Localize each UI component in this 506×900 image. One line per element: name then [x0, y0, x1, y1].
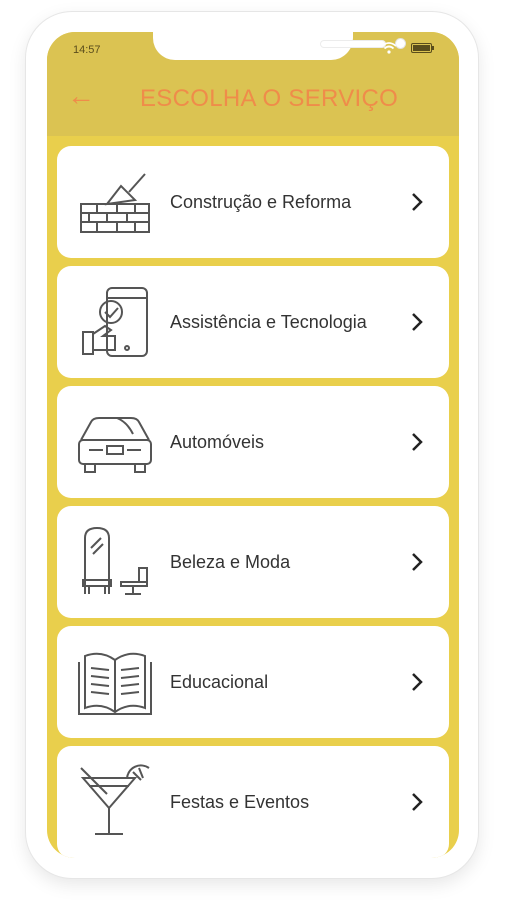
header-bar: 14:57 ← ESCOLHA O SERVIÇO: [47, 32, 459, 136]
chevron-right-icon: [412, 313, 423, 331]
chevron-right-icon: [412, 793, 423, 811]
cocktail-glass-icon: [80, 764, 150, 835]
service-label: Festas e Eventos: [170, 791, 310, 812]
chevron-right-icon: [412, 673, 423, 691]
chevron-right-icon: [412, 553, 423, 571]
service-card-assistencia[interactable]: Assistência e Tecnologia: [57, 266, 449, 378]
battery-icon: [411, 43, 434, 53]
service-label: Beleza e Moda: [170, 551, 291, 572]
service-card-festas[interactable]: Festas e Eventos: [57, 746, 449, 858]
service-label: Educacional: [170, 671, 269, 692]
service-label: Assistência e Tecnologia: [170, 311, 367, 332]
brick-wall-trowel-icon: [80, 173, 150, 233]
open-book-icon: [78, 652, 152, 715]
service-card-beleza[interactable]: Beleza e Moda: [57, 506, 449, 618]
chevron-right-icon: [412, 193, 423, 211]
service-card-automoveis[interactable]: Automóveis: [57, 386, 449, 498]
back-arrow-icon[interactable]: ←: [67, 82, 95, 110]
service-label: Automóveis: [170, 431, 265, 452]
service-card-construcao[interactable]: Construção e Reforma: [57, 146, 449, 258]
car-icon: [78, 417, 152, 473]
app-screen: 14:57 ← ESCOLHA O SERVIÇO Construção e R…: [47, 32, 459, 858]
status-icons: [381, 42, 435, 54]
salon-mirror-chair-icon: [82, 526, 148, 595]
page-title: ESCOLHA O SERVIÇO: [140, 85, 399, 112]
smartphone-repair-icon: [82, 287, 148, 357]
service-label: Construção e Reforma: [170, 191, 352, 212]
speaker-grille: [321, 41, 385, 47]
chevron-right-icon: [412, 433, 423, 451]
phone-notch: [153, 32, 405, 60]
wifi-icon: [381, 42, 397, 54]
service-card-educacional[interactable]: Educacional: [57, 626, 449, 738]
status-time: 14:57: [73, 44, 101, 56]
